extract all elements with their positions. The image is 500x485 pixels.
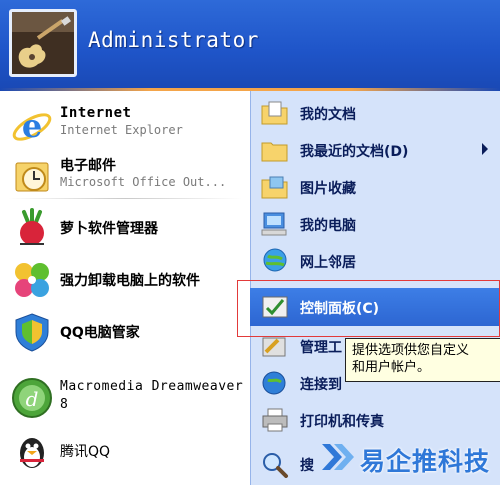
menu-label: 搜 [300, 458, 314, 474]
program-dreamweaver[interactable]: d Macromedia Dreamweaver 8 [0, 370, 250, 424]
folder-icon [261, 142, 288, 162]
control-panel-tooltip: 提供选项供您自定义 和用户帐户。 [345, 338, 500, 382]
computer-icon [261, 212, 287, 236]
pinned-separator [8, 198, 242, 199]
menu-label: 我最近的文档(D) [300, 144, 409, 160]
menu-label: 打印机和传真 [300, 414, 384, 430]
user-name: Administrator [88, 28, 259, 52]
program-subtitle: Internet Explorer [60, 123, 183, 137]
program-title: 腾讯QQ [60, 444, 111, 460]
program-title: 电子邮件 [60, 158, 116, 174]
start-menu-header: Administrator [0, 0, 500, 92]
menu-my-pictures[interactable]: 图片收藏 [250, 168, 500, 206]
folder-documents-icon [261, 101, 288, 125]
program-luobo[interactable]: 萝卜软件管理器 [0, 200, 250, 254]
menu-recent-documents[interactable]: 我最近的文档(D) [250, 131, 500, 169]
printer-icon [262, 408, 288, 432]
menu-printers[interactable]: 打印机和传真 [250, 401, 500, 439]
program-title: QQ电脑管家 [60, 325, 140, 341]
shield-icon [15, 313, 49, 352]
tooltip-line-2: 和用户帐户。 [352, 360, 431, 375]
dreamweaver-icon: d [12, 378, 52, 418]
program-title: Internet [60, 105, 132, 121]
watermark: 易企推科技 [320, 438, 500, 478]
watermark-logo-icon [322, 444, 354, 470]
program-title: Macromedia Dreamweaver [60, 379, 244, 394]
program-subtitle: 8 [60, 397, 69, 412]
submenu-arrow-icon [482, 143, 488, 155]
menu-my-documents[interactable]: 我的文档 [250, 94, 500, 132]
program-qq[interactable]: 腾讯QQ [0, 423, 250, 477]
program-uninstall[interactable]: 强力卸载电脑上的软件 [0, 252, 250, 306]
tooltip-line-1: 提供选项供您自定义 [352, 343, 470, 358]
annotation-highlight-box [237, 280, 500, 337]
radish-icon [20, 208, 44, 245]
guitar-icon [12, 12, 74, 74]
menu-label: 我的电脑 [300, 218, 356, 234]
svg-text:e: e [22, 107, 42, 145]
connect-icon [262, 371, 286, 395]
pinwheel-icon [15, 263, 49, 297]
internet-explorer-icon: e [12, 107, 52, 145]
qq-penguin-icon [20, 438, 44, 468]
program-title: 强力卸载电脑上的软件 [60, 273, 200, 289]
menu-label: 图片收藏 [300, 181, 356, 197]
menu-network[interactable]: 网上邻居 [250, 242, 500, 280]
user-avatar[interactable] [9, 9, 77, 77]
watermark-text: 易企推科技 [360, 447, 491, 476]
program-email[interactable]: 电子邮件 Microsoft Office Out... [0, 149, 250, 203]
program-qqpcmgr[interactable]: QQ电脑管家 [0, 304, 250, 358]
menu-label: 管理工 [300, 340, 342, 356]
outlook-icon [15, 162, 49, 192]
program-internet[interactable]: e Internet Internet Explorer [0, 99, 250, 153]
search-icon [263, 453, 288, 478]
menu-label: 网上邻居 [300, 255, 356, 271]
menu-label: 连接到 [300, 377, 342, 393]
program-title: 萝卜软件管理器 [60, 221, 158, 237]
folder-pictures-icon [261, 176, 288, 199]
menu-label: 我的文档 [300, 107, 356, 123]
svg-text:d: d [26, 387, 39, 411]
network-icon [263, 248, 287, 272]
menu-my-computer[interactable]: 我的电脑 [250, 205, 500, 243]
program-subtitle: Microsoft Office Out... [60, 175, 227, 189]
